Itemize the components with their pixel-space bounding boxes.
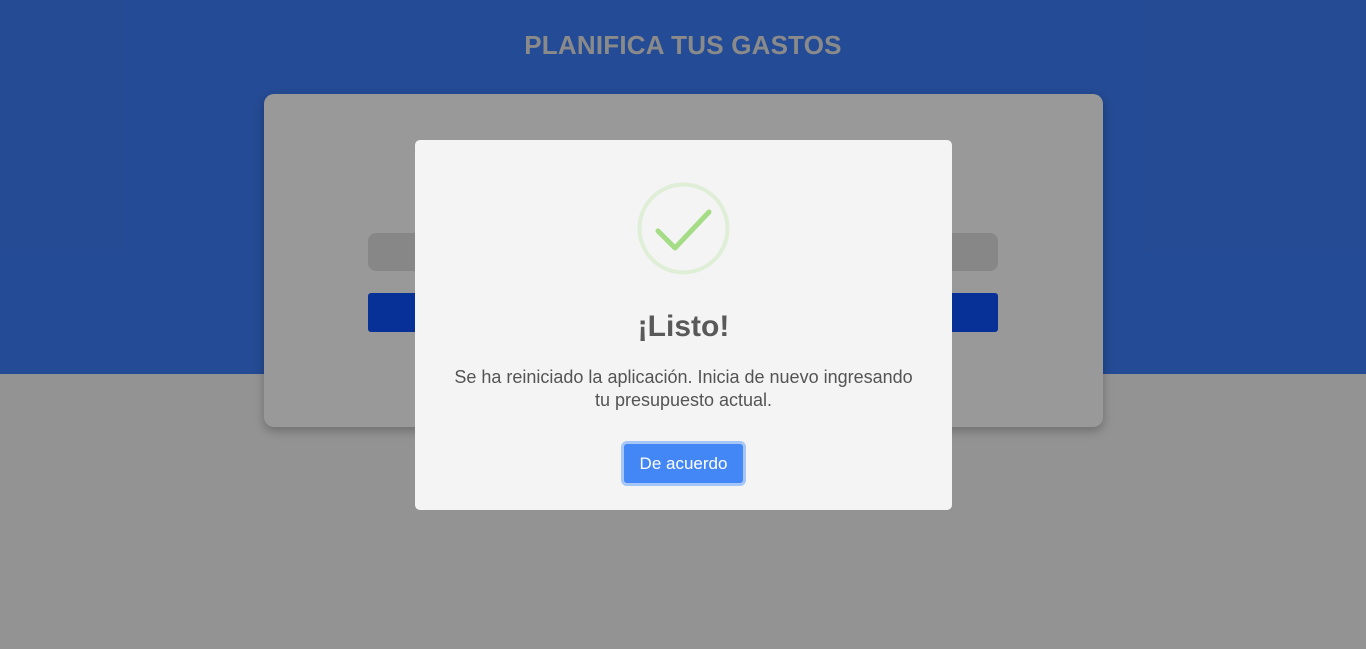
dialog-message: Se ha reiniciado la aplicación. Inicia d… bbox=[454, 367, 913, 410]
success-check-icon bbox=[637, 182, 730, 275]
dialog-title: ¡Listo! bbox=[637, 310, 730, 343]
success-dialog: ¡Listo! Se ha reiniciado la aplicación. … bbox=[415, 140, 952, 510]
app-page: PLANIFICA TUS GASTOS ¡Listo! Se ha reini… bbox=[0, 0, 1366, 649]
confirm-button[interactable]: De acuerdo bbox=[621, 441, 746, 486]
